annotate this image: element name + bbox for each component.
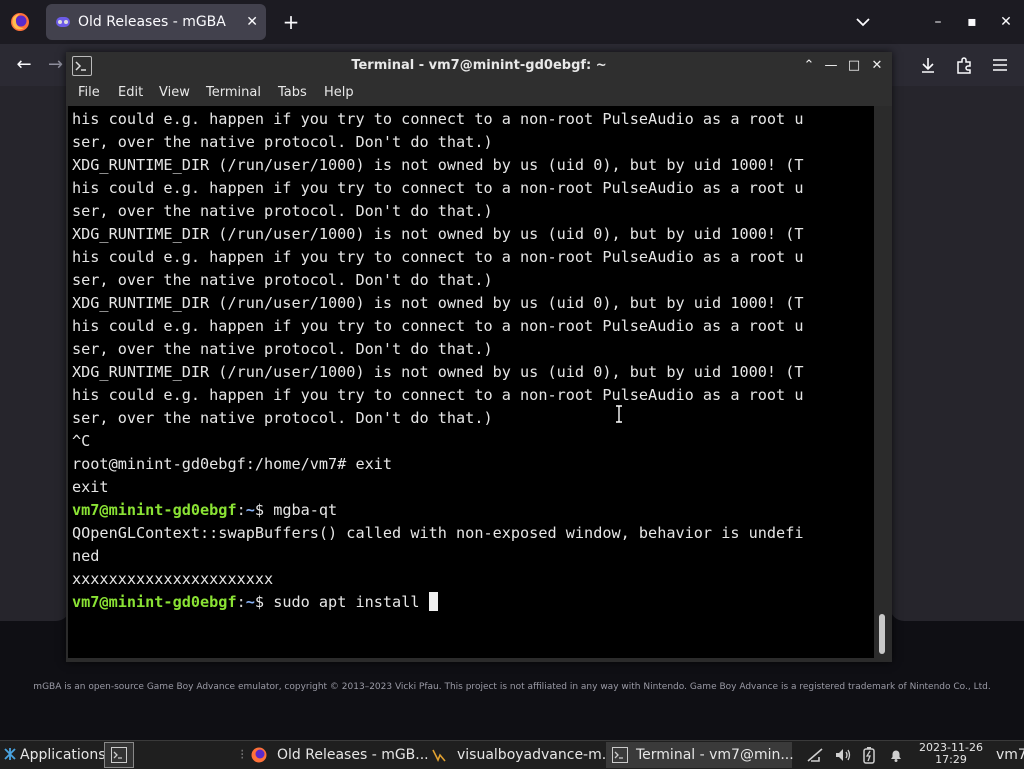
network-icon[interactable] [806, 747, 824, 763]
close-button[interactable]: ✕ [868, 57, 886, 75]
prompt-user: vm7@minint-gd0ebgf [72, 501, 237, 519]
output-line: ^C [72, 432, 91, 450]
firefox-icon [251, 747, 267, 763]
download-icon[interactable] [918, 55, 938, 75]
terminal-menubar: File Edit View Terminal Tabs Help [66, 80, 892, 106]
output-line: ser, over the native protocol. Don't do … [72, 409, 493, 427]
output-line: his could e.g. happen if you try to conn… [72, 179, 804, 197]
hamburger-menu-icon[interactable] [990, 55, 1010, 75]
output-line: XDG_RUNTIME_DIR (/run/user/1000) is not … [72, 294, 804, 312]
output-line: XDG_RUNTIME_DIR (/run/user/1000) is not … [72, 156, 804, 174]
terminal-scrollbar[interactable] [876, 106, 890, 658]
menu-tabs[interactable]: Tabs [278, 80, 307, 106]
terminal-text: his could e.g. happen if you try to conn… [72, 108, 804, 614]
output-line: XDG_RUNTIME_DIR (/run/user/1000) is not … [72, 225, 804, 243]
prompt-user: vm7@minint-gd0ebgf [72, 593, 237, 611]
task-firefox[interactable]: Old Releases - mGB... [277, 741, 429, 769]
separator-icon: ⁝ [240, 747, 245, 763]
page-panel-right [890, 86, 1024, 621]
menu-terminal[interactable]: Terminal [206, 80, 261, 106]
prompt-separator: : [236, 501, 246, 519]
maximize-button[interactable]: ▪ [960, 10, 984, 34]
prompt-line: vm7@minint-gd0ebgf:~$ mgba-qt [72, 499, 804, 522]
prompt-command: $ mgba-qt [254, 501, 338, 519]
terminal-title: Terminal - vm7@minint-gd0ebgf: ~ [351, 58, 607, 73]
prompt-line: vm7@minint-gd0ebgf:~$ sudo apt install [72, 591, 804, 614]
output-line: ser, over the native protocol. Don't do … [72, 133, 493, 151]
firefox-tab-bar: Old Releases - mGBA ✕ + – ▪ ✕ [0, 0, 1024, 44]
output-line: root@minint-gd0ebgf:/home/vm7# exit [72, 455, 393, 473]
show-terminal-button[interactable] [104, 742, 134, 768]
battery-icon[interactable] [862, 746, 876, 764]
scrollbar-thumb[interactable] [879, 614, 885, 654]
task-visualboyadvance[interactable]: visualboyadvance-m... [457, 741, 615, 769]
output-line: his could e.g. happen if you try to conn… [72, 110, 804, 128]
volume-icon[interactable] [834, 747, 852, 763]
menu-file[interactable]: File [78, 80, 100, 106]
visualboyadvance-icon [432, 749, 446, 762]
output-line: XDG_RUNTIME_DIR (/run/user/1000) is not … [72, 363, 804, 381]
task-terminal: Terminal - vm7@min... [636, 747, 794, 763]
terminal-window[interactable]: Terminal - vm7@minint-gd0ebgf: ~ ⌃ — □ ✕… [66, 52, 892, 662]
notification-bell-icon[interactable] [888, 747, 904, 763]
minimize-button[interactable]: — [822, 57, 840, 75]
tab-old-releases[interactable]: Old Releases - mGBA ✕ [46, 4, 266, 40]
applications-menu[interactable]: Applications [20, 741, 106, 769]
text-cursor [428, 592, 438, 611]
tab-close-icon[interactable]: ✕ [246, 4, 258, 40]
taskbar: Applications ⁝ Old Releases - mGB... vis… [0, 740, 1024, 769]
terminal-task-icon [612, 747, 628, 763]
page-panel-left [0, 86, 70, 621]
maximize-button[interactable]: □ [845, 57, 863, 75]
firefox-logo-icon[interactable] [10, 12, 30, 32]
prompt-command-input[interactable]: $ sudo apt install [255, 593, 429, 611]
output-line: ser, over the native protocol. Don't do … [72, 202, 493, 220]
prompt-path: ~ [245, 593, 255, 611]
output-line: ned [72, 547, 100, 565]
menu-edit[interactable]: Edit [118, 80, 143, 106]
terminal-launcher-icon [111, 747, 127, 763]
close-button[interactable]: ✕ [994, 10, 1018, 34]
output-line: xxxxxxxxxxxxxxxxxxxxxx [72, 570, 274, 588]
prompt-separator: : [236, 593, 246, 611]
menu-help[interactable]: Help [324, 80, 354, 106]
terminal-titlebar[interactable]: Terminal - vm7@minint-gd0ebgf: ~ ⌃ — □ ✕ [66, 52, 892, 80]
terminal-output[interactable]: his could e.g. happen if you try to conn… [68, 106, 874, 658]
ibeam-cursor-icon [616, 405, 622, 423]
minimize-button[interactable]: – [926, 10, 950, 34]
output-line: QOpenGLContext::swapBuffers() called wit… [72, 524, 804, 542]
output-line: his could e.g. happen if you try to conn… [72, 317, 804, 335]
mgba-favicon-icon [56, 17, 70, 27]
back-button[interactable]: ← [12, 54, 36, 76]
output-line: exit [72, 478, 109, 496]
prompt-path: ~ [245, 501, 255, 519]
output-line: ser, over the native protocol. Don't do … [72, 271, 493, 289]
output-line: his could e.g. happen if you try to conn… [72, 386, 804, 404]
applications-menu-icon[interactable] [3, 747, 17, 761]
chevron-down-icon[interactable] [854, 14, 872, 30]
page-footer: mGBA is an open-source Game Boy Advance … [33, 682, 991, 692]
output-line: his could e.g. happen if you try to conn… [72, 248, 804, 266]
menu-view[interactable]: View [159, 80, 190, 106]
clock[interactable]: 2023-11-26 17:29 [913, 742, 989, 766]
user-menu[interactable]: vm7 [996, 741, 1024, 769]
output-line: ser, over the native protocol. Don't do … [72, 340, 493, 358]
forward-button[interactable]: → [48, 54, 68, 76]
new-tab-button[interactable]: + [280, 8, 302, 36]
clock-time: 17:29 [935, 753, 967, 766]
roll-up-button[interactable]: ⌃ [800, 57, 818, 75]
task-terminal-button[interactable]: Terminal - vm7@min... [606, 742, 794, 768]
extensions-icon[interactable] [954, 55, 974, 75]
tab-title: Old Releases - mGBA [78, 14, 226, 30]
